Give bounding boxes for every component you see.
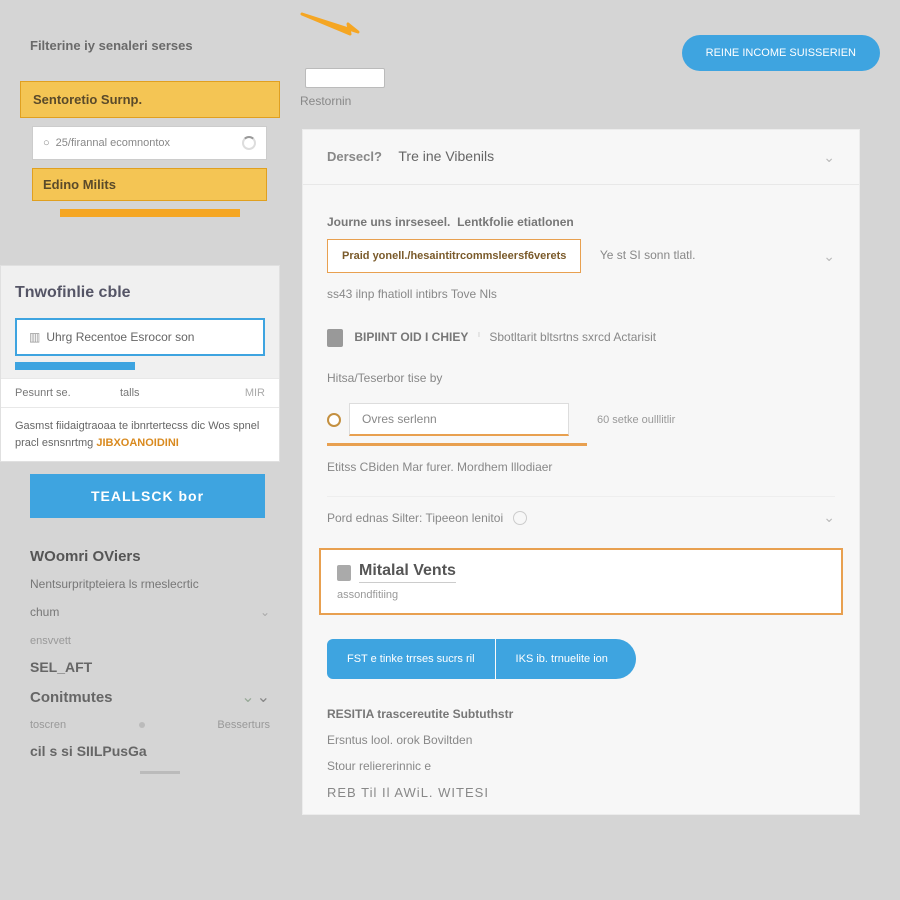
sidebar-muted-label-1: ensvvett [20, 629, 280, 653]
page-heading: Filterine iy senaleri serses [30, 38, 193, 53]
sidebar-description: Gasmst fiidaigtraoaa te ibnrtertecss dic… [1, 407, 279, 461]
loading-spinner-icon [242, 136, 256, 150]
orange-accent-bar [60, 209, 240, 217]
sidebar-table-row: Pesunrt se. talls MIR [1, 378, 279, 407]
expand-label[interactable]: Ye st SI sonn tlatl. [600, 248, 696, 262]
footer-line-1: Ersntus lool. orok Boviltden [327, 727, 835, 753]
action-pill-group: FST e tinke trrses sucrs ril IKS ib. trn… [327, 639, 835, 679]
radio-icon [327, 413, 341, 427]
header-search-input[interactable] [305, 68, 385, 88]
chevron-down-icon: ⌄ [260, 605, 270, 619]
sidebar-search-input[interactable]: ○ 25/firannal ecomnontox [32, 126, 267, 160]
blue-underline [15, 362, 135, 370]
sidebar-action-button[interactable]: TEALLSCK bor [30, 474, 265, 518]
main-content: Dersecl? Tre ine Vibenils ⌄ Journe uns i… [280, 81, 900, 815]
document-icon: ▥ [29, 330, 40, 344]
footer-line-2: Stour reliererinnic e [327, 753, 835, 779]
content-line-2: BIPIINT OID I CHIEY ᑊ Sbotltarit bltsrtn… [327, 315, 835, 361]
footer-line-3: REB Til Il AWiL. WITESI [327, 779, 835, 800]
chevron-down-icon: ⌄ [257, 687, 270, 707]
document-icon [337, 565, 351, 581]
sidebar-status-row: toscren Besserturs [20, 713, 280, 737]
content-line-3: Etitss CBiden Mar furer. Mordhem lllodia… [327, 446, 835, 488]
header-primary-button[interactable]: REINE INCOME SUISSERIEN [682, 35, 880, 71]
pill-button-2[interactable]: IKS ib. trnuelite ion [496, 639, 636, 679]
radio-option-row[interactable]: Ovres serlenn 60 setke oulllitlir [327, 395, 835, 444]
header-subtext: Restornin [300, 94, 351, 108]
status-circle-icon [513, 511, 527, 525]
footer-heading: RESITIA trascereutite Subtuthstr [327, 701, 835, 727]
chevron-down-icon: ⌄ [241, 687, 254, 707]
chevron-down-icon: ⌄ [823, 149, 835, 166]
sidebar-dropdown-2[interactable]: Conitmutes ⌄ ⌄ [20, 681, 280, 713]
sidebar-bold-label-2: cil s si SIILPusGa [20, 737, 280, 765]
sidebar-section-heading: WOomri OViers [20, 530, 280, 573]
divider [140, 771, 180, 774]
chevron-down-icon: ⌄ [823, 509, 835, 526]
highlighted-card-subtitle: assondfitiing [337, 589, 825, 601]
radio-note: 60 setke oulllitlir [597, 414, 675, 426]
pointer-arrow-icon [300, 12, 370, 42]
sidebar: Sentoretio Surnp. ○ 25/firannal ecomnont… [0, 81, 280, 815]
separator-label: Hitsa/Teserbor tise by [327, 361, 835, 395]
sidebar-panel-title: Tnwofinlie cble [1, 266, 279, 312]
pill-button-1[interactable]: FST e tinke trrses sucrs ril [327, 639, 495, 679]
subsection-heading: Journe uns inrseseel. Lentkfolie etiatlo… [327, 199, 835, 239]
card-header[interactable]: Dersecl? Tre ine Vibenils ⌄ [303, 130, 859, 185]
sidebar-section-text: Nentsurpritpteiera ls rmeslecrtic [20, 573, 280, 595]
highlighted-card[interactable]: Mitalal Vents assondfitiing [319, 548, 843, 615]
sidebar-highlight-1[interactable]: Sentoretio Surnp. [20, 81, 280, 118]
sidebar-combo-select[interactable]: ▥ Uhrg Recentoe Esrocor son [15, 318, 265, 356]
page-icon [327, 329, 343, 347]
sidebar-bold-label-1: SEL_AFT [20, 653, 280, 681]
sidebar-highlight-2[interactable]: Edino Milits [32, 168, 267, 201]
content-line-1: ss43 ilnp fhatioll intibrs Tove Nls [327, 273, 835, 315]
expandable-row[interactable]: Pord ednas Silter: Tipeeon lenitoi ⌄ [327, 496, 835, 538]
chevron-down-icon: ⌄ [823, 248, 835, 265]
highlighted-chip[interactable]: Praid yonell./hesaintitrcommsleersf6vere… [327, 239, 581, 273]
sidebar-dropdown-1[interactable]: chum ⌄ [20, 595, 280, 629]
